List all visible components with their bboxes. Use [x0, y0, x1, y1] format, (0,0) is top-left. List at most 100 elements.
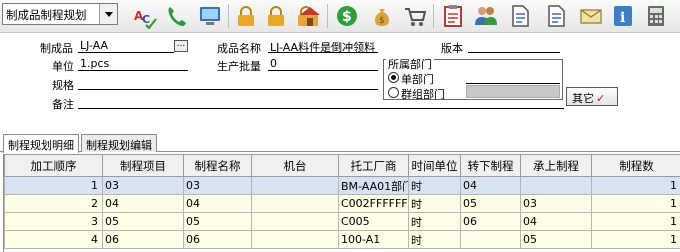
cell-vendor[interactable]: BM-AA01部门 — [338, 176, 409, 195]
cell-machine[interactable] — [251, 194, 339, 213]
cell-process-count[interactable]: 1 — [591, 176, 680, 195]
table-row[interactable]: 1 03 03 BM-AA01部门 时 04 1 — [4, 176, 680, 195]
cell-vendor[interactable]: 100-A1 — [338, 230, 409, 249]
spec-field[interactable] — [78, 76, 378, 90]
table-row[interactable]: 3 05 05 C005 时 06 04 1 — [4, 212, 680, 231]
calculator-icon[interactable] — [643, 3, 669, 29]
product-label: 制成品 — [40, 42, 73, 55]
col-header-process-count[interactable]: 制程数 — [591, 154, 680, 177]
cell-process-item[interactable]: 04 — [102, 194, 184, 213]
dept-group-label: 所属部门 — [386, 56, 434, 72]
tab-process-detail[interactable]: 制程规划明细 — [3, 134, 79, 153]
tab-bar: 制程规划明细 制程规划编辑 — [0, 134, 680, 153]
clipboard-icon[interactable] — [440, 3, 466, 29]
cell-sequence[interactable]: 3 — [4, 212, 103, 231]
abc-check-icon[interactable]: AC — [132, 3, 158, 29]
cell-sequence[interactable]: 4 — [4, 230, 103, 249]
info-icon[interactable]: i — [610, 3, 636, 29]
cell-prev-process[interactable]: 05 — [520, 230, 592, 249]
table-row[interactable]: 2 04 04 C002FFFFFFFF 时 05 03 1 — [4, 194, 680, 213]
cell-prev-process[interactable]: 04 — [520, 212, 592, 231]
tab-process-edit[interactable]: 制程规划编辑 — [81, 134, 157, 152]
single-dept-field[interactable] — [466, 70, 560, 84]
cell-machine[interactable] — [251, 212, 339, 231]
cell-process-count[interactable]: 1 — [591, 212, 680, 231]
header-form: 制成品 LJ-AA ... 成品名称 LJ-AA料件是倒冲领料 版本 单位 1.… — [0, 34, 680, 132]
users-icon[interactable] — [473, 3, 499, 29]
phone-icon[interactable] — [164, 3, 190, 29]
cell-next-process[interactable]: 05 — [460, 194, 521, 213]
col-header-vendor[interactable]: 托工厂商 — [338, 154, 409, 177]
cell-next-process[interactable] — [460, 230, 521, 249]
cell-time-unit[interactable]: 时 — [408, 230, 461, 249]
cell-process-name[interactable]: 06 — [183, 230, 252, 249]
table-row[interactable]: 4 06 06 100-A1 时 05 1 — [4, 230, 680, 249]
document-icon[interactable] — [543, 3, 569, 29]
other-button[interactable]: 其它 ✓ — [566, 87, 618, 106]
money-bag-icon[interactable]: $ — [369, 3, 395, 29]
process-grid: 加工顺序 制程项目 制程名称 机台 托工厂商 时间单位 转下制程 承上制程 制程… — [3, 154, 680, 252]
chevron-down-icon[interactable] — [99, 4, 117, 24]
cell-process-item[interactable]: 06 — [102, 230, 184, 249]
dollar-coin-icon[interactable]: $ — [334, 3, 360, 29]
col-header-process-name[interactable]: 制程名称 — [183, 154, 252, 177]
product-lookup-button[interactable]: ... — [174, 40, 188, 52]
lock-icon[interactable] — [233, 3, 259, 29]
batch-label: 生产批量 — [217, 60, 261, 73]
grid-header-row: 加工顺序 制程项目 制程名称 机台 托工厂商 时间单位 转下制程 承上制程 制程… — [4, 154, 680, 177]
spec-label: 规格 — [52, 79, 74, 92]
program-selector[interactable]: 制成品制程规划 — [2, 3, 118, 25]
toolbar-separator — [327, 4, 328, 28]
cell-time-unit[interactable]: 时 — [408, 212, 461, 231]
cell-sequence[interactable]: 1 — [4, 176, 103, 195]
cell-process-item[interactable]: 03 — [102, 176, 184, 195]
lock-icon[interactable] — [263, 3, 289, 29]
shopping-cart-icon[interactable] — [402, 3, 428, 29]
cell-prev-process[interactable] — [520, 176, 592, 195]
monitor-icon[interactable] — [197, 3, 223, 29]
product-name-field[interactable]: LJ-AA料件是倒冲领料 — [268, 39, 378, 54]
col-header-machine[interactable]: 机台 — [251, 154, 339, 177]
group-dept-field — [466, 85, 560, 98]
warehouse-icon[interactable] — [297, 3, 323, 29]
cell-next-process[interactable]: 04 — [460, 176, 521, 195]
program-selector-value: 制成品制程规划 — [6, 8, 87, 22]
svg-text:i: i — [620, 10, 625, 26]
group-dept-radio[interactable] — [388, 87, 399, 98]
cell-process-count[interactable]: 1 — [591, 230, 680, 249]
cell-machine[interactable] — [251, 176, 339, 195]
unit-field[interactable]: 1.pcs — [78, 57, 188, 71]
version-field[interactable] — [468, 39, 560, 53]
cell-time-unit[interactable]: 时 — [408, 176, 461, 195]
svg-text:$: $ — [379, 16, 385, 26]
cell-next-process[interactable]: 06 — [460, 212, 521, 231]
product-field[interactable]: LJ-AA — [78, 39, 174, 53]
mail-icon[interactable] — [578, 3, 604, 29]
single-dept-label: 单部门 — [401, 73, 434, 86]
single-dept-radio[interactable] — [388, 72, 399, 83]
cell-vendor[interactable]: C005 — [338, 212, 409, 231]
cell-process-name[interactable]: 05 — [183, 212, 252, 231]
document-icon[interactable] — [507, 3, 533, 29]
col-header-next-process[interactable]: 转下制程 — [460, 154, 521, 177]
other-button-label: 其它 — [572, 92, 594, 105]
col-header-prev-process[interactable]: 承上制程 — [520, 154, 592, 177]
toolbar: 制成品制程规划 AC $ $ i — [0, 0, 680, 33]
cell-process-item[interactable]: 05 — [102, 212, 184, 231]
cell-time-unit[interactable]: 时 — [408, 194, 461, 213]
cell-vendor[interactable]: C002FFFFFFFF — [338, 194, 409, 213]
batch-field[interactable]: 0 — [268, 57, 378, 71]
unit-label: 单位 — [52, 60, 74, 73]
cell-prev-process[interactable]: 03 — [520, 194, 592, 213]
version-label: 版本 — [441, 42, 463, 55]
col-header-process-item[interactable]: 制程项目 — [102, 154, 184, 177]
toolbar-separator — [433, 4, 434, 28]
cell-process-name[interactable]: 04 — [183, 194, 252, 213]
cell-sequence[interactable]: 2 — [4, 194, 103, 213]
col-header-time-unit[interactable]: 时间单位 — [408, 154, 461, 177]
cell-process-name[interactable]: 03 — [183, 176, 252, 195]
col-header-sequence[interactable]: 加工顺序 — [4, 154, 103, 177]
cell-process-count[interactable]: 1 — [591, 194, 680, 213]
check-icon: ✓ — [596, 92, 606, 105]
cell-machine[interactable] — [251, 230, 339, 249]
